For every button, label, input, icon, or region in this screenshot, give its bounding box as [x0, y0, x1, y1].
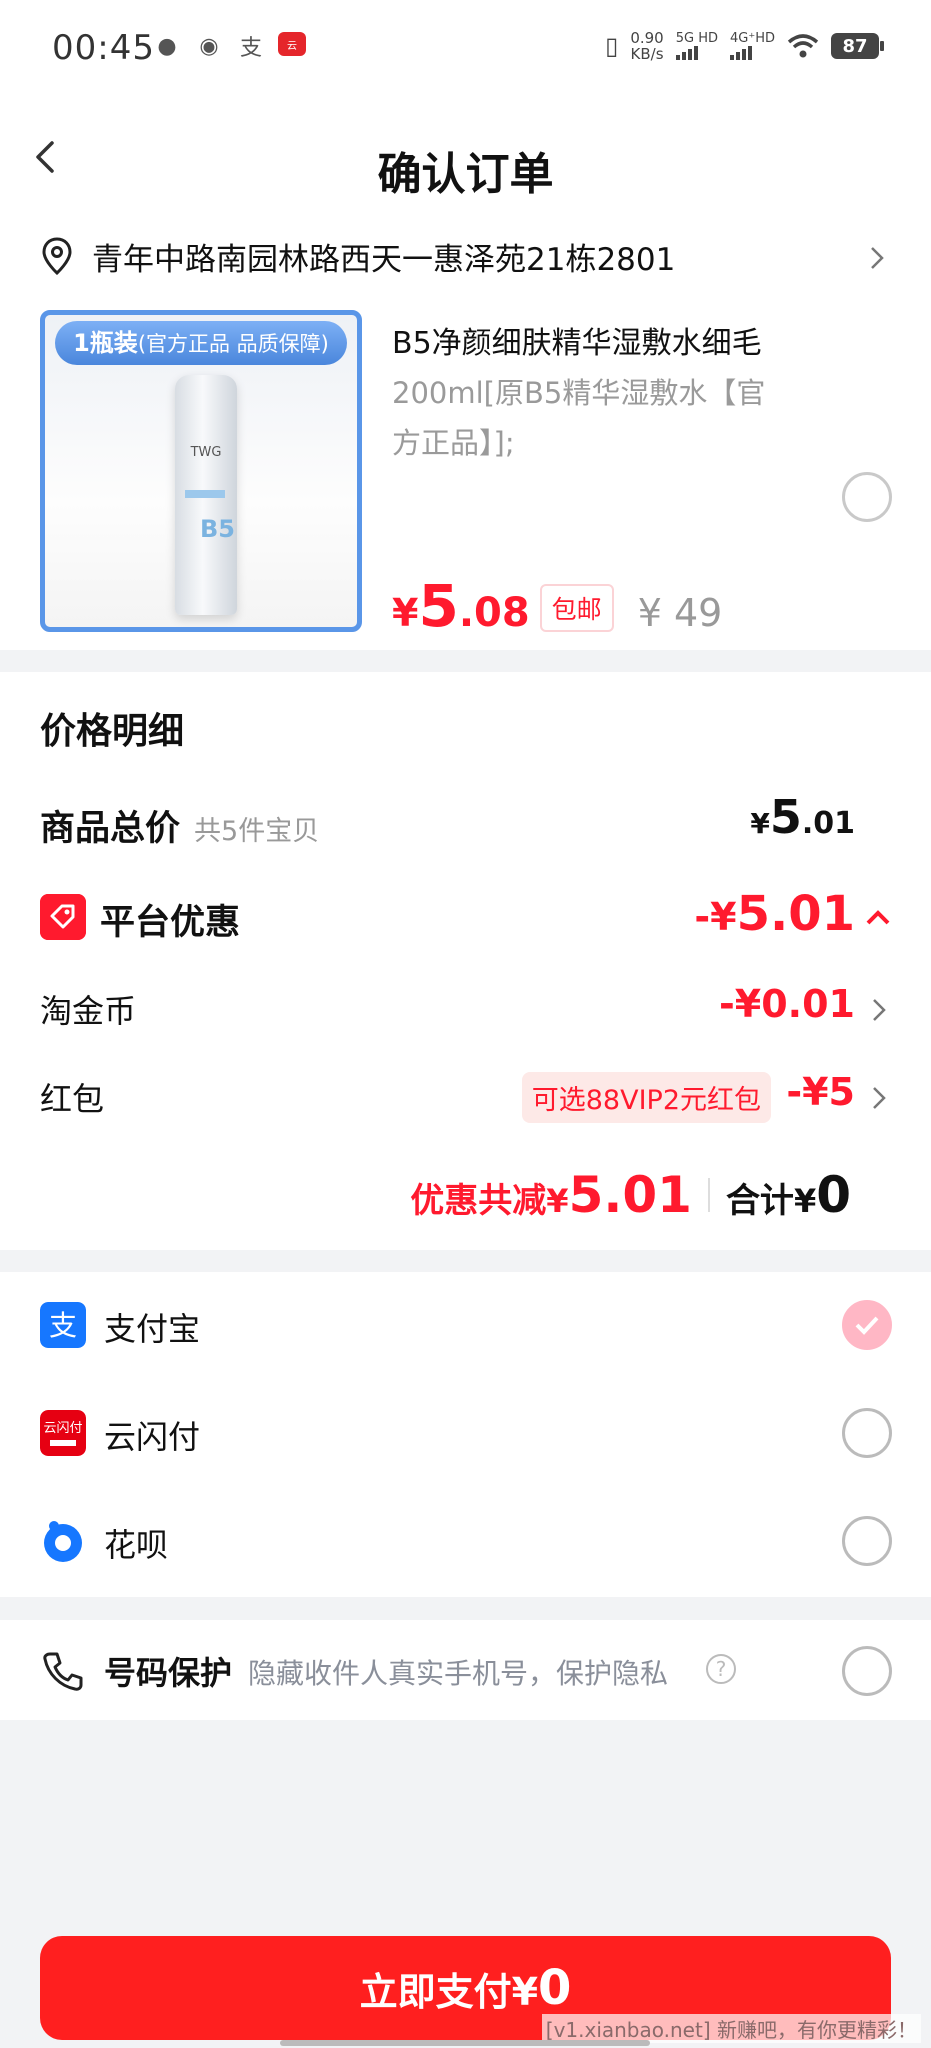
free-shipping-badge: 包邮 [539, 584, 614, 632]
image-banner: 1瓶装(官方正品 品质保障) [55, 321, 347, 365]
discount-tag-icon [40, 894, 86, 940]
price-detail-title: 价格明细 [40, 711, 185, 752]
svg-text:云闪付: 云闪付 [43, 1421, 82, 1436]
address-row[interactable]: 青年中路南园林路西天一惠泽苑21栋2801 [0, 210, 931, 302]
sim1-signal: 5G HD [675, 32, 718, 60]
chevron-right-icon [873, 999, 886, 1021]
product-price-row: ¥5.08 包邮 ¥ 49 [392, 572, 722, 640]
header: 确认订单 [0, 100, 931, 210]
battery-indicator: 87 [831, 33, 884, 59]
unionpay-icon: 云闪付 [40, 1410, 86, 1456]
watermark: [v1.xianbao.net] 新赚吧，有你更精彩！ [541, 2014, 921, 2043]
huabei-icon [44, 1521, 82, 1562]
location-pin-icon [42, 237, 72, 276]
payment-label: 支付宝 [104, 1310, 201, 1348]
notification-icons: ● ◉ 支 云 [152, 32, 306, 61]
help-icon[interactable]: ? [706, 1654, 736, 1684]
payment-methods-card: 支 支付宝 云闪付 云闪付 花呗 [0, 1272, 931, 1597]
status-bar: 00:45 ● ◉ 支 云 ▯ 0.90 KB/s 5G HD 4G⁺HD 87 [0, 0, 931, 100]
product-title: B5净颜细肤精华湿敷水细毛 [392, 326, 762, 361]
payment-radio-selected[interactable] [842, 1300, 892, 1350]
total-row: 优惠共减 ¥5.01 合计 ¥0 [410, 1166, 851, 1224]
sim2-signal: 4G⁺HD [730, 32, 775, 60]
payment-radio[interactable] [842, 1516, 892, 1566]
product-select-radio[interactable] [842, 472, 892, 522]
payment-option-huabei[interactable]: 花呗 [0, 1488, 931, 1596]
privacy-label: 号码保护 [104, 1654, 233, 1692]
redpacket-row[interactable]: 红包 可选88VIP2元红包 -¥5 [0, 1070, 931, 1130]
product-bottle-illustration: TWG B5 [175, 375, 237, 615]
page-title: 确认订单 [377, 149, 554, 200]
chevron-right-icon [873, 1087, 886, 1109]
taojinbi-value: -¥0.01 [719, 982, 855, 1026]
payment-label: 花呗 [104, 1526, 169, 1564]
order-card: 青年中路南园林路西天一惠泽苑21栋2801 1瓶装(官方正品 品质保障) TWG… [0, 210, 931, 650]
platform-discount-label: 平台优惠 [100, 903, 241, 943]
payment-radio[interactable] [842, 1408, 892, 1458]
sum-value: 0 [816, 1166, 851, 1224]
platform-discount-row[interactable]: 平台优惠 -¥5.01 [0, 886, 931, 954]
svg-text:支: 支 [49, 1309, 77, 1342]
privacy-radio[interactable] [842, 1646, 892, 1696]
taojinbi-label: 淘金币 [40, 992, 137, 1030]
status-indicators: ▯ 0.90 KB/s 5G HD 4G⁺HD 87 [605, 29, 884, 63]
alipay-icon: 支 [239, 36, 262, 61]
goods-total-row: 商品总价 共5件宝贝 [40, 809, 320, 849]
address-text: 青年中路南园林路西天一惠泽苑21栋2801 [92, 242, 676, 278]
taojinbi-row[interactable]: 淘金币 -¥0.01 [0, 982, 931, 1042]
original-price: ¥ 49 [637, 591, 723, 635]
alipay-icon: 支 [40, 1302, 86, 1348]
wifi-icon [787, 34, 819, 58]
home-indicator [280, 2040, 650, 2046]
redpacket-value: -¥5 [786, 1070, 855, 1114]
product-image[interactable]: 1瓶装(官方正品 品质保障) TWG B5 [40, 310, 362, 632]
wechat-icon: ● [157, 33, 177, 59]
sum-label: 合计 [725, 1181, 794, 1221]
payment-label: 云闪付 [104, 1418, 201, 1456]
divider [707, 1178, 710, 1212]
net-speed: 0.90 KB/s [630, 29, 664, 63]
price-detail-card: 价格明细 商品总价 共5件宝贝 ¥5.01 平台优惠 -¥5.01 淘金币 -¥0… [0, 672, 931, 1250]
redpacket-option-pill[interactable]: 可选88VIP2元红包 [521, 1072, 771, 1123]
payment-option-unionpay[interactable]: 云闪付 云闪付 [0, 1380, 931, 1488]
privacy-description: 隐藏收件人真实手机号，保护隐私 [248, 1657, 669, 1690]
unionpay-icon: 云 [278, 32, 306, 56]
product-price: ¥5.08 [392, 572, 530, 640]
discount-total-value: 5.01 [568, 1166, 692, 1224]
phone-icon [43, 1652, 83, 1691]
chat-bubble-icon: ◉ [199, 33, 219, 59]
vibrate-icon: ▯ [605, 32, 619, 60]
platform-discount-value: -¥5.01 [694, 886, 855, 942]
discount-total-label: 优惠共减 [410, 1181, 547, 1221]
status-time: 00:45 [52, 28, 155, 68]
product-sku: 200ml[原B5精华湿敷水【官方正品】]; [392, 376, 766, 460]
goods-total-value: ¥5.01 [750, 790, 855, 844]
payment-option-alipay[interactable]: 支 支付宝 [0, 1272, 931, 1380]
chevron-up-icon [866, 910, 890, 925]
number-protection-row[interactable]: 号码保护 隐藏收件人真实手机号，保护隐私 ? [0, 1620, 931, 1720]
chevron-right-icon [871, 247, 884, 269]
redpacket-label: 红包 [40, 1080, 105, 1118]
